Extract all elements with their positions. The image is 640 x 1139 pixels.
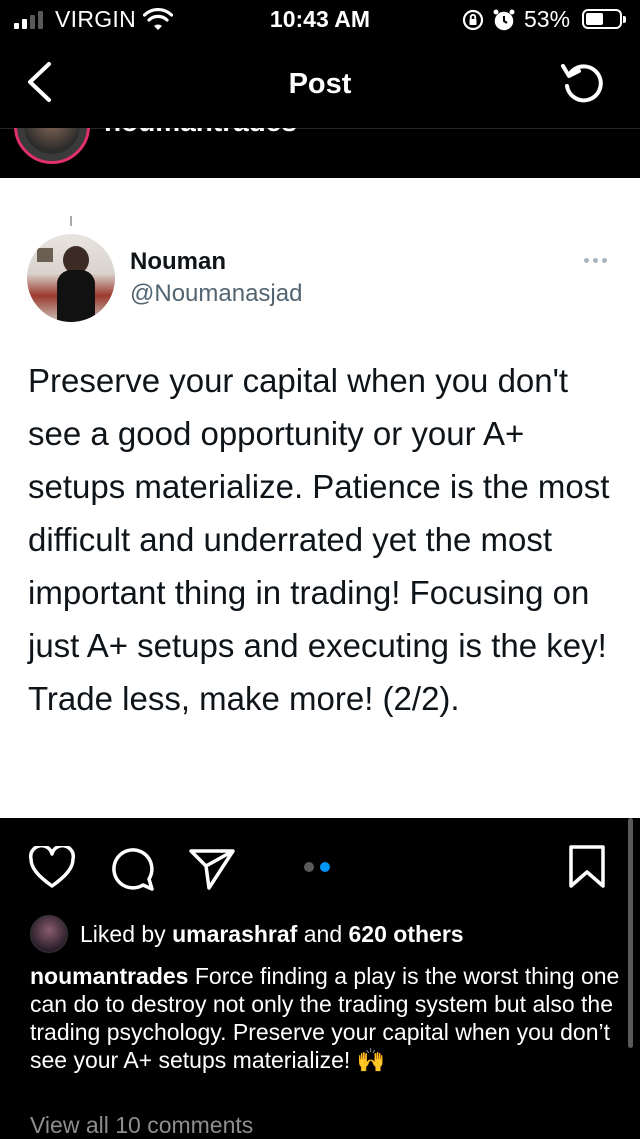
share-icon[interactable]: [188, 846, 236, 892]
likes-count[interactable]: 620 others: [349, 921, 464, 947]
likes-text: Liked by umarashraf and 620 others: [80, 920, 464, 947]
post-caption: noumantrades Force finding a play is the…: [30, 962, 620, 1074]
liker-username[interactable]: umarashraf: [172, 921, 297, 947]
tweet-avatar: [27, 234, 115, 322]
scrollbar[interactable]: [628, 818, 633, 1048]
heart-icon[interactable]: [28, 846, 76, 890]
divider: [70, 216, 72, 226]
carousel-dot: [304, 862, 314, 872]
view-all-comments-link[interactable]: View all 10 comments: [30, 1112, 253, 1139]
post-header: noumantrades: [0, 128, 640, 178]
page-title: Post: [288, 68, 352, 100]
status-bar: VIRGIN 10:43 AM 53%: [0, 0, 640, 40]
action-bar: [0, 818, 640, 910]
avatar[interactable]: [14, 128, 90, 164]
likes-row[interactable]: Liked by umarashraf and 620 others: [30, 914, 464, 954]
post-image[interactable]: Nouman @Noumanasjad Preserve your capita…: [0, 178, 640, 818]
orientation-lock-icon: [462, 9, 484, 31]
alarm-icon: [493, 9, 515, 31]
tweet-text: Preserve your capital when you don't see…: [28, 362, 610, 717]
battery-percent: 53%: [524, 6, 571, 32]
refresh-icon[interactable]: [558, 58, 608, 108]
battery-icon: [582, 9, 626, 29]
carousel-indicator: [304, 862, 330, 872]
navigation-bar: Post: [0, 40, 640, 129]
post-username[interactable]: noumantrades: [104, 128, 297, 138]
tweet-author-handle: @Noumanasjad: [130, 280, 303, 307]
caption-username[interactable]: noumantrades: [30, 963, 188, 989]
bookmark-icon[interactable]: [566, 844, 608, 890]
more-options-icon: [584, 258, 607, 263]
comment-icon[interactable]: [108, 846, 156, 892]
tweet-author-name: Nouman: [130, 248, 226, 275]
avatar: [30, 915, 68, 953]
carousel-dot: [320, 862, 330, 872]
